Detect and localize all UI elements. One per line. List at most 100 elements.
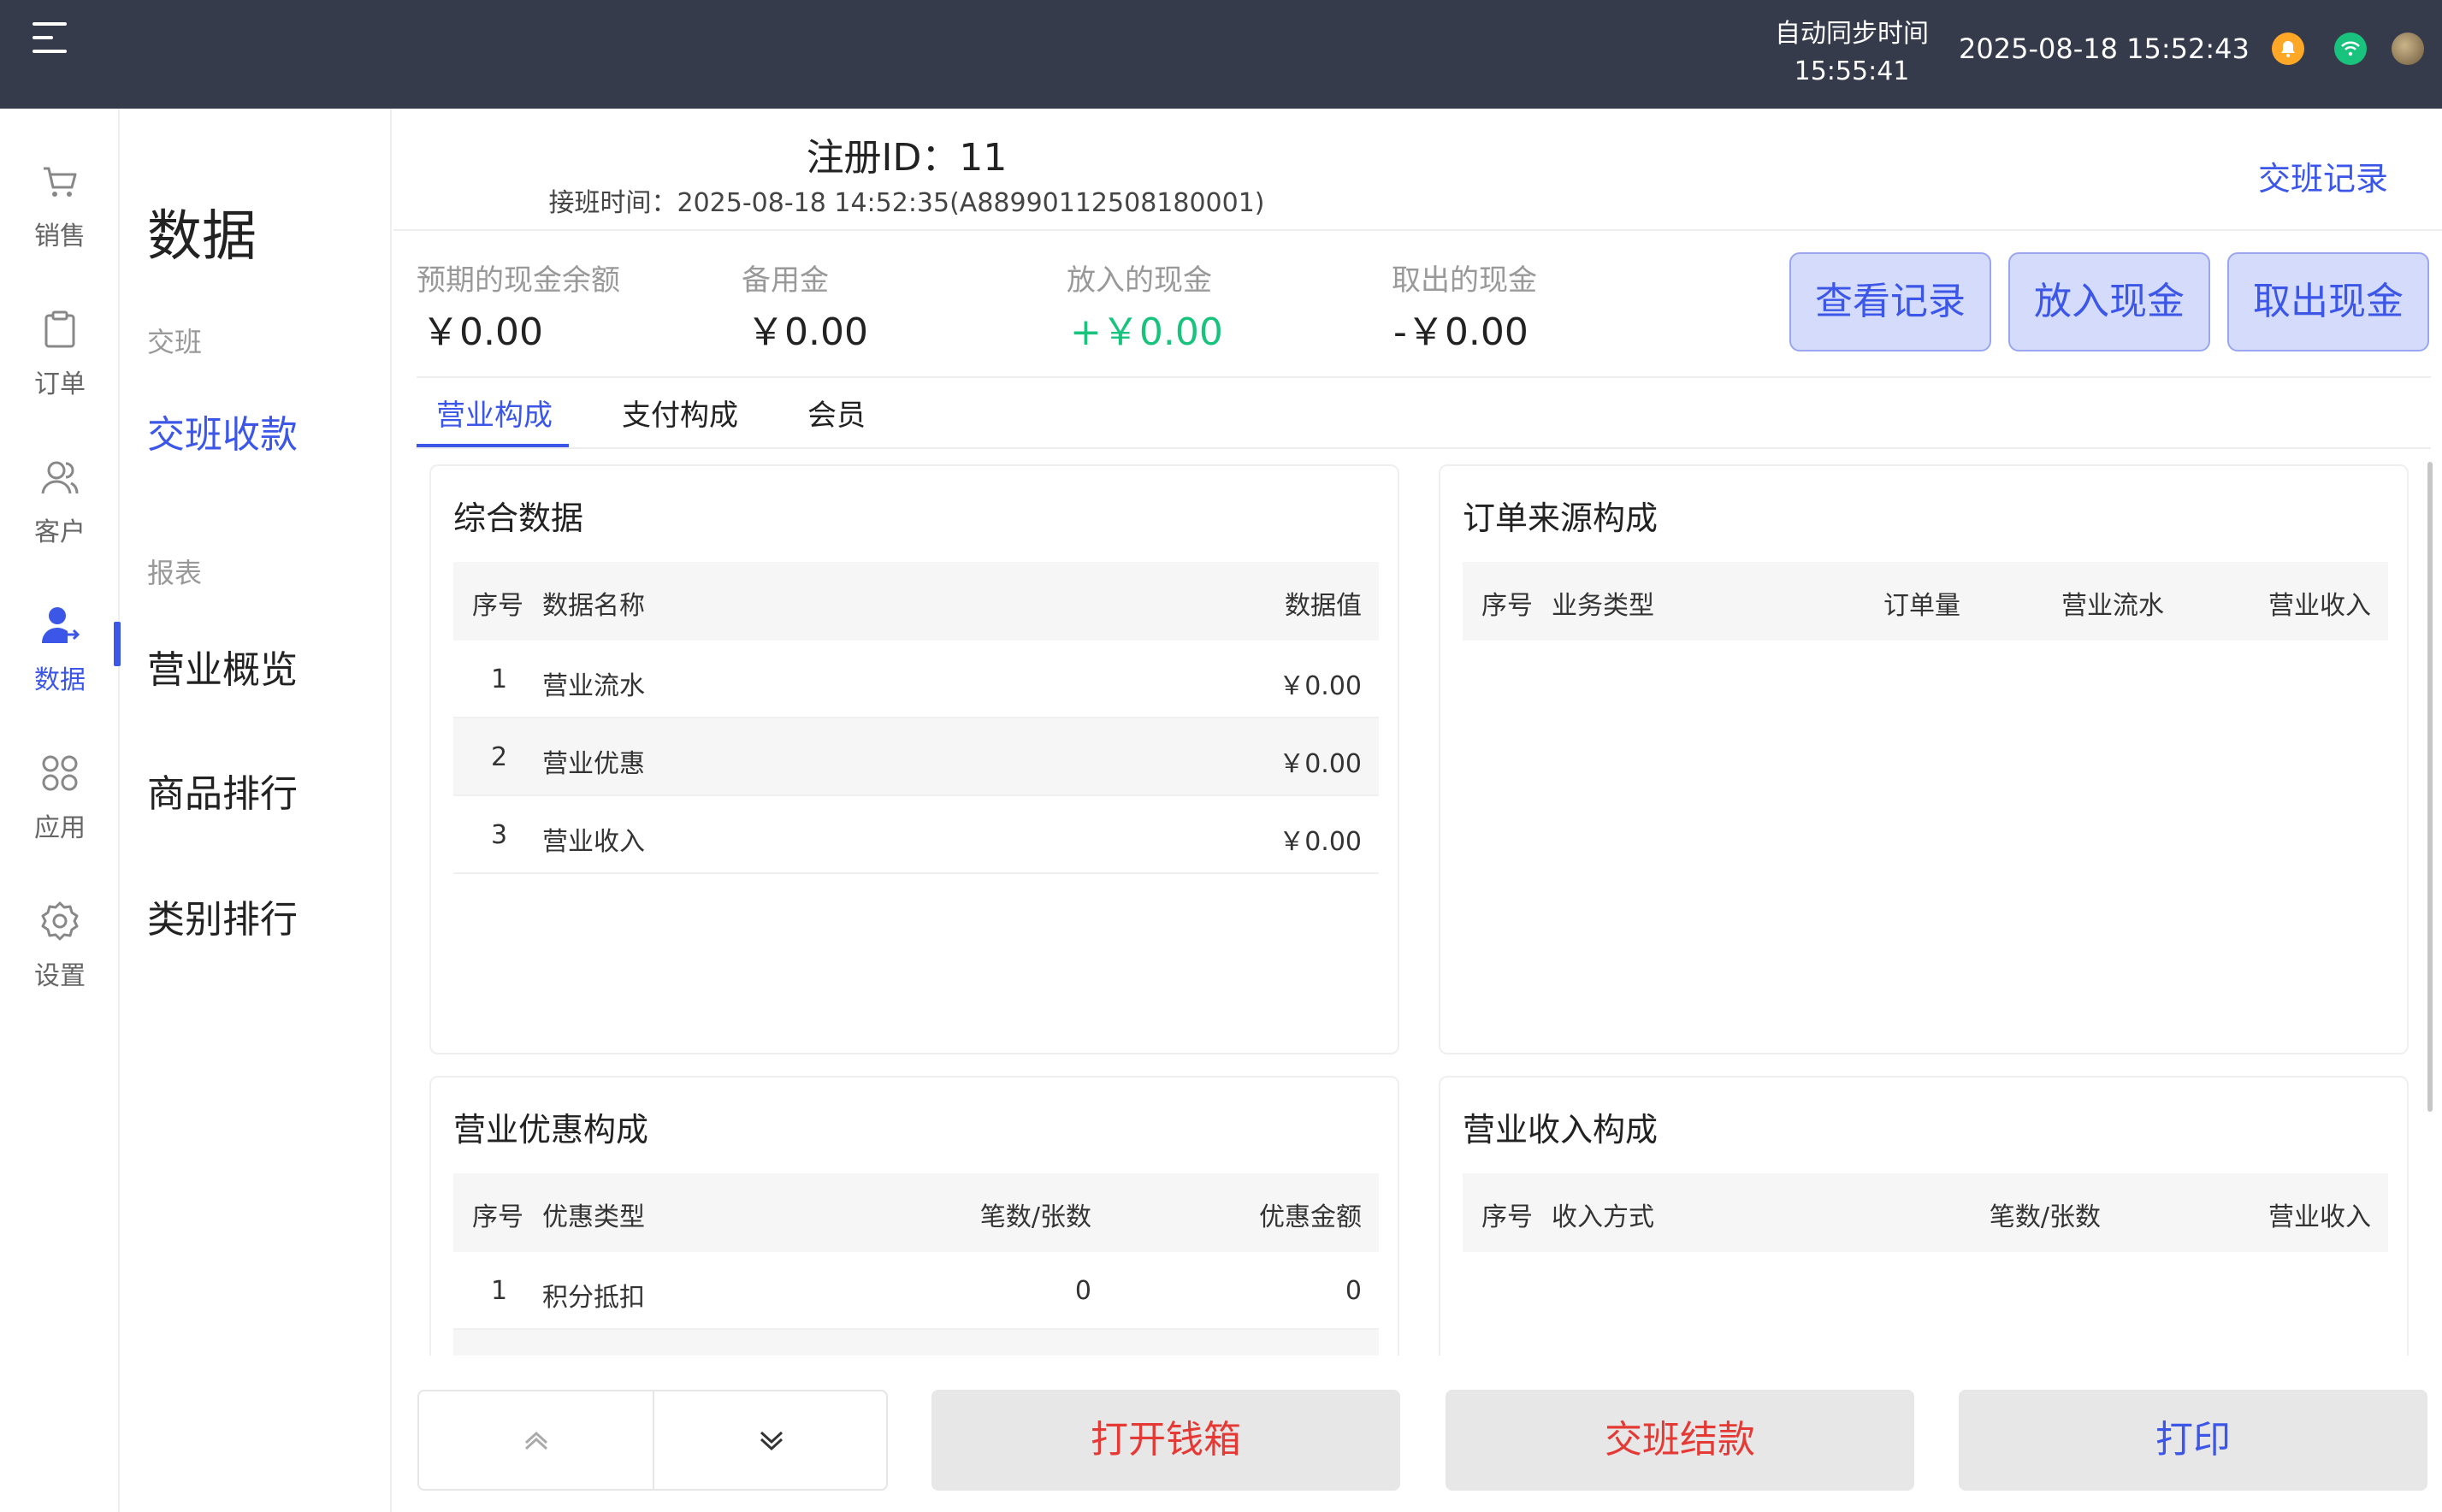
tab-payment-composition[interactable]: 支付构成 <box>622 392 738 434</box>
pager <box>417 1390 888 1491</box>
row-value: ￥0.00 <box>1279 671 1362 701</box>
shift-start-time: 接班时间：2025-08-18 14:52:35(A88990112508180… <box>548 188 1265 218</box>
register-id: 注册ID：11 <box>806 136 1008 180</box>
column-header: 收入方式 <box>1552 1202 1654 1232</box>
cart-icon <box>44 167 77 197</box>
column-header: 业务类型 <box>1552 591 1654 621</box>
bell-icon[interactable] <box>2272 32 2304 65</box>
column-header: 优惠金额 <box>1259 1202 1362 1232</box>
divider <box>417 447 2431 449</box>
column-header: 序号 <box>1481 591 1533 621</box>
row-number: 2 <box>491 742 508 772</box>
put-cash-button[interactable]: 放入现金 <box>2008 252 2210 351</box>
scroll-up-button[interactable] <box>419 1391 653 1489</box>
apps-icon <box>42 755 78 791</box>
view-records-button[interactable]: 查看记录 <box>1789 252 1991 351</box>
nav-label-orders: 订单 <box>34 369 86 399</box>
group-label-shift: 交班 <box>147 326 203 358</box>
user-data-icon <box>42 607 80 643</box>
nav-item-orders[interactable]: 订单 <box>0 257 120 399</box>
card-title: 营业优惠构成 <box>453 1111 649 1149</box>
card-title: 综合数据 <box>453 499 584 537</box>
column-header: 笔数/张数 <box>979 1202 1091 1232</box>
open-cash-drawer-button[interactable]: 打开钱箱 <box>931 1390 1400 1491</box>
nav-label-settings: 设置 <box>34 961 86 991</box>
card-title: 营业收入构成 <box>1463 1111 1659 1149</box>
column-header: 笔数/张数 <box>1989 1202 2101 1232</box>
nav-item-settings[interactable]: 设置 <box>0 848 120 991</box>
cash-in-label: 放入的现金 <box>1067 263 1212 298</box>
shift-settle-button[interactable]: 交班结款 <box>1446 1390 1914 1491</box>
reserve-fund-label: 备用金 <box>742 263 829 298</box>
table-row[interactable]: 3 营业收入 ￥0.00 <box>453 796 1379 874</box>
menu-icon[interactable] <box>33 22 70 53</box>
expected-cash-value: ￥0.00 <box>422 310 543 354</box>
scrollbar[interactable] <box>2427 462 2433 1112</box>
divider <box>417 376 2431 378</box>
group-label-reports: 报表 <box>147 557 203 589</box>
active-indicator <box>114 622 121 666</box>
table-row[interactable]: 2 营业优惠 ￥0.00 <box>453 718 1379 796</box>
row-name: 营业流水 <box>542 671 645 701</box>
reserve-fund-value: ￥0.00 <box>747 310 868 354</box>
subnav-item-goods-ranking[interactable]: 商品排行 <box>147 763 298 818</box>
column-header: 序号 <box>472 591 523 621</box>
gear-icon <box>41 901 79 941</box>
table-header: 序号 数据名称 数据值 <box>453 562 1379 641</box>
nav-label-customers: 客户 <box>34 517 86 547</box>
current-datetime: 2025-08-18 15:52:43 <box>1959 32 2250 65</box>
row-value: ￥0.00 <box>1279 827 1362 857</box>
subnav-item-business-overview[interactable]: 营业概览 <box>147 639 298 694</box>
cash-out-label: 取出的现金 <box>1392 263 1537 298</box>
row-name: 营业优惠 <box>542 749 645 779</box>
column-header: 订单量 <box>1883 591 1960 621</box>
column-header: 营业收入 <box>2268 1202 2371 1232</box>
nav-label-data: 数据 <box>34 665 86 695</box>
row-value: ￥0.00 <box>1279 749 1362 779</box>
subnav-item-category-ranking[interactable]: 类别排行 <box>147 889 298 943</box>
divider <box>393 229 2442 231</box>
double-chevron-down-icon <box>760 1431 783 1451</box>
row-count: 0 <box>1074 1276 1091 1306</box>
wifi-icon[interactable] <box>2334 32 2367 65</box>
nav-label-sales: 销售 <box>34 221 86 251</box>
tab-business-composition[interactable]: 营业构成 <box>436 392 553 434</box>
top-bar: 自动同步时间 15:55:41 2025-08-18 15:52:43 <box>0 0 2442 109</box>
sync-time: 15:55:41 <box>1794 56 1910 86</box>
nav-item-sales[interactable]: 销售 <box>0 109 120 251</box>
double-chevron-up-icon <box>524 1431 548 1450</box>
take-cash-button[interactable]: 取出现金 <box>2227 252 2429 351</box>
row-type: 积分抵扣 <box>542 1283 645 1313</box>
section-title: 数据 <box>147 205 257 269</box>
nav-item-data[interactable]: 数据 <box>0 552 120 695</box>
table-header: 序号 收入方式 笔数/张数 营业收入 <box>1463 1173 2388 1252</box>
cash-in-value: +￥0.00 <box>1070 310 1223 354</box>
row-name: 营业收入 <box>542 827 645 857</box>
table-row[interactable]: 1 营业流水 ￥0.00 <box>453 641 1379 718</box>
subnav-item-shift-settlement[interactable]: 交班收款 <box>147 404 298 458</box>
nav-item-customers[interactable]: 客户 <box>0 405 120 547</box>
row-number: 1 <box>491 664 508 694</box>
order-source-card: 订单来源构成 序号 业务类型 订单量 营业流水 营业收入 <box>1439 464 2409 1054</box>
column-header: 数据值 <box>1285 591 1362 621</box>
table-row[interactable]: 1 积分抵扣 0 0 <box>453 1252 1379 1330</box>
sync-label: 自动同步时间 <box>1775 19 1929 49</box>
column-header: 序号 <box>472 1202 523 1232</box>
table-header: 序号 优惠类型 笔数/张数 优惠金额 <box>453 1173 1379 1252</box>
nav-item-apps[interactable]: 应用 <box>0 700 120 843</box>
scroll-down-button[interactable] <box>654 1391 889 1489</box>
column-header: 营业收入 <box>2268 591 2371 621</box>
print-button[interactable]: 打印 <box>1959 1390 2427 1491</box>
tab-member[interactable]: 会员 <box>807 392 866 434</box>
row-number: 1 <box>491 1276 508 1306</box>
row-amount: 0 <box>1345 1276 1362 1306</box>
avatar[interactable] <box>2392 32 2424 65</box>
shift-record-link[interactable]: 交班记录 <box>2258 152 2388 199</box>
cash-out-value: -￥0.00 <box>1393 310 1528 354</box>
row-number: 3 <box>491 820 508 850</box>
summary-card: 综合数据 序号 数据名称 数据值 1 营业流水 ￥0.00 2 营业优惠 ￥0.… <box>429 464 1399 1054</box>
card-title: 订单来源构成 <box>1463 499 1659 537</box>
expected-cash-label: 预期的现金余额 <box>417 263 620 298</box>
column-header: 优惠类型 <box>542 1202 645 1232</box>
column-header: 数据名称 <box>542 591 645 621</box>
